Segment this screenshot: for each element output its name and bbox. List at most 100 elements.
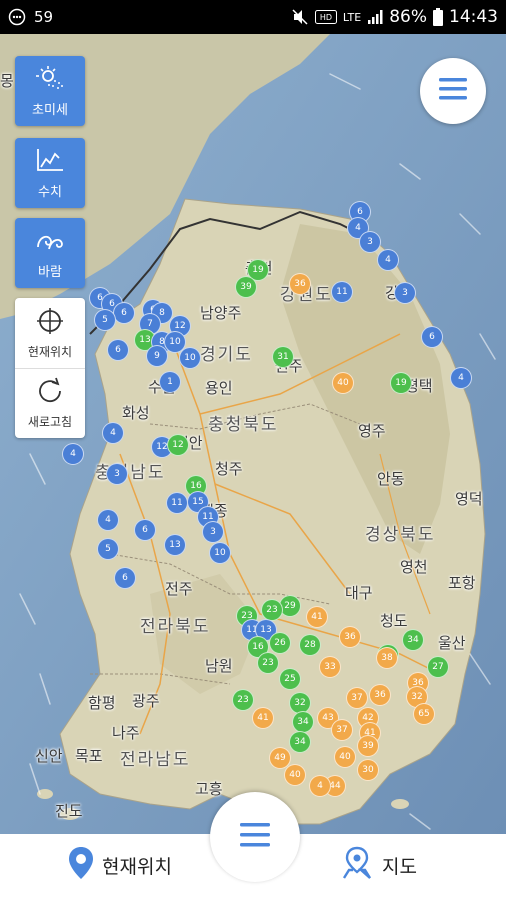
station-marker-orange[interactable]: 33: [319, 656, 341, 678]
station-marker-blue[interactable]: 9: [146, 345, 168, 367]
chart-icon: [35, 147, 65, 177]
station-marker-orange[interactable]: 38: [376, 647, 398, 669]
station-marker-green[interactable]: 12: [167, 434, 189, 456]
map-pin-icon: [340, 846, 374, 885]
location-refresh-panel: 현재위치 새로고침: [15, 298, 85, 438]
map-label: 화성: [122, 404, 150, 422]
station-marker-orange[interactable]: 40: [284, 764, 306, 786]
station-marker-orange[interactable]: 36: [289, 273, 311, 295]
map-label: 안동: [377, 470, 405, 488]
station-marker-orange[interactable]: 37: [346, 687, 368, 709]
station-marker-blue[interactable]: 11: [166, 492, 188, 514]
station-marker-blue[interactable]: 1: [159, 371, 181, 393]
station-marker-orange[interactable]: 37: [331, 719, 353, 741]
map-label: 전라남도: [120, 750, 191, 770]
current-location-label: 현재위치: [27, 345, 73, 359]
station-marker-blue[interactable]: 5: [97, 538, 119, 560]
fine-dust-icon: [35, 65, 65, 95]
station-marker-blue[interactable]: 6: [107, 339, 129, 361]
station-marker-blue[interactable]: 3: [202, 521, 224, 543]
map-label: 전주: [165, 580, 193, 598]
station-marker-orange[interactable]: 40: [334, 746, 356, 768]
station-marker-green[interactable]: 19: [390, 372, 412, 394]
status-bar: 59 HD LTE 86% 14:43: [0, 0, 506, 34]
station-marker-green[interactable]: 34: [402, 629, 424, 651]
station-marker-blue[interactable]: 4: [97, 509, 119, 531]
station-marker-blue[interactable]: 6: [114, 567, 136, 589]
station-marker-orange[interactable]: 30: [357, 759, 379, 781]
map-label: 충청북도: [208, 415, 279, 435]
refresh-button[interactable]: 새로고침: [15, 368, 85, 438]
station-marker-green[interactable]: 39: [235, 276, 257, 298]
station-marker-green[interactable]: 25: [279, 668, 301, 690]
station-marker-orange[interactable]: 65: [413, 703, 435, 725]
station-marker-orange[interactable]: 36: [339, 626, 361, 648]
station-marker-blue[interactable]: 3: [394, 282, 416, 304]
station-marker-green[interactable]: 26: [269, 632, 291, 654]
station-marker-blue[interactable]: 5: [94, 309, 116, 331]
values-button[interactable]: 수치: [15, 138, 85, 208]
station-marker-blue[interactable]: 6: [421, 326, 443, 348]
map-label: 포항: [448, 574, 476, 592]
map-label: 청주: [215, 460, 243, 478]
map-label: 몽: [0, 72, 14, 90]
map-label: 신안: [35, 747, 63, 765]
nav-map[interactable]: 지도: [340, 846, 417, 885]
station-marker-blue[interactable]: 4: [450, 367, 472, 389]
svg-text:HD: HD: [320, 13, 332, 22]
wind-button[interactable]: 바람: [15, 218, 85, 288]
station-marker-orange[interactable]: 41: [252, 707, 274, 729]
map-label: 나주: [112, 724, 140, 742]
hamburger-icon: [439, 77, 467, 105]
station-marker-blue[interactable]: 6: [113, 302, 135, 324]
map-label: 남원: [205, 657, 233, 675]
mute-icon: [291, 8, 309, 26]
map-label: 고흥: [195, 780, 223, 798]
station-marker-blue[interactable]: 4: [102, 422, 124, 444]
map-label: 경상북도: [365, 525, 436, 545]
map-label: 경기도: [200, 345, 253, 365]
station-marker-green[interactable]: 23: [261, 599, 283, 621]
station-marker-orange[interactable]: 40: [332, 372, 354, 394]
current-location-button[interactable]: 현재위치: [15, 298, 85, 368]
map-label: 영천: [400, 558, 428, 576]
fine-dust-button[interactable]: 초미세: [15, 56, 85, 126]
signal-icon: [367, 9, 383, 25]
center-menu-button[interactable]: [210, 792, 300, 882]
clock: 14:43: [449, 7, 498, 27]
location-pin-icon: [68, 846, 94, 885]
station-marker-blue[interactable]: 6: [134, 519, 156, 541]
map-label: 영덕: [455, 490, 483, 508]
station-marker-green[interactable]: 31: [272, 346, 294, 368]
station-marker-blue[interactable]: 11: [331, 281, 353, 303]
nav-current-location[interactable]: 현재위치: [68, 846, 172, 885]
map-label: 전라북도: [140, 617, 211, 637]
station-marker-green[interactable]: 34: [292, 711, 314, 733]
station-marker-green[interactable]: 34: [289, 731, 311, 753]
map-label: 함평: [88, 694, 116, 712]
map-label: 용인: [205, 379, 233, 397]
station-marker-blue[interactable]: 3: [359, 231, 381, 253]
notification-count: 59: [34, 8, 54, 26]
station-marker-blue[interactable]: 4: [62, 443, 84, 465]
station-marker-blue[interactable]: 13: [164, 534, 186, 556]
station-marker-blue[interactable]: 3: [106, 463, 128, 485]
map-label: 청도: [380, 612, 408, 630]
station-marker-orange[interactable]: 4: [309, 775, 331, 797]
menu-button[interactable]: [420, 58, 486, 124]
station-marker-green[interactable]: 23: [232, 689, 254, 711]
station-marker-blue[interactable]: 10: [209, 542, 231, 564]
map-label: 남양주: [200, 304, 242, 322]
station-marker-green[interactable]: 28: [299, 634, 321, 656]
station-marker-orange[interactable]: 39: [357, 735, 379, 757]
station-marker-green[interactable]: 27: [427, 656, 449, 678]
station-marker-orange[interactable]: 36: [369, 684, 391, 706]
map-label: 광주: [132, 692, 160, 710]
station-marker-blue[interactable]: 10: [179, 347, 201, 369]
station-marker-blue[interactable]: 4: [377, 249, 399, 271]
station-marker-orange[interactable]: 41: [306, 606, 328, 628]
fine-dust-label: 초미세: [32, 102, 68, 118]
station-marker-green[interactable]: 23: [257, 652, 279, 674]
refresh-label: 새로고침: [27, 415, 73, 429]
hd-voice-icon: HD: [314, 10, 337, 24]
